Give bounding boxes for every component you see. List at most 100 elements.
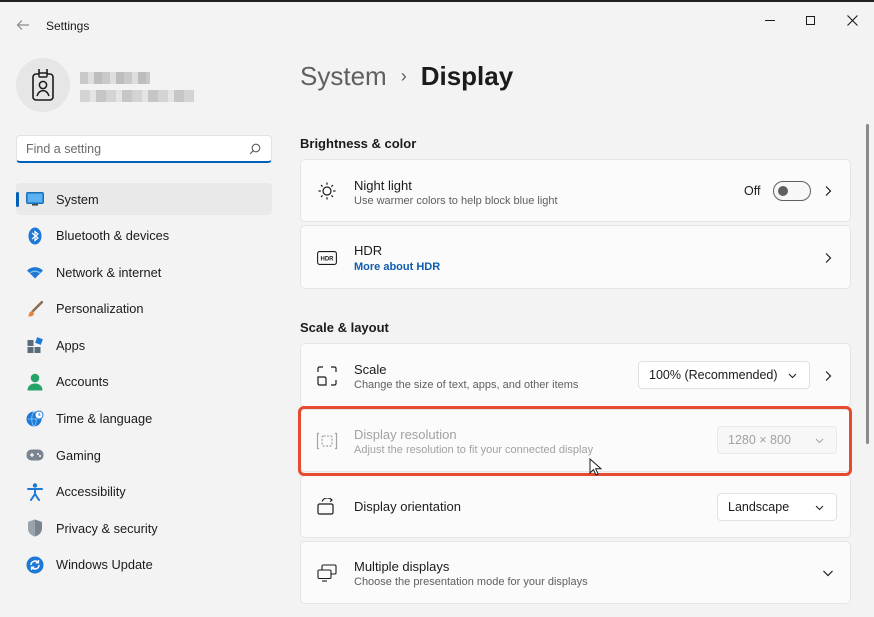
app-title: Settings xyxy=(46,19,90,33)
hdr-card[interactable]: HDR HDR More about HDR xyxy=(300,225,851,289)
scale-title: Scale xyxy=(354,362,387,377)
globe-clock-icon xyxy=(26,410,44,428)
sidebar-item-label: Time & language xyxy=(56,411,153,427)
sidebar-item-label: Bluetooth & devices xyxy=(56,228,170,244)
chevron-down-icon xyxy=(788,373,797,379)
update-icon xyxy=(26,556,44,574)
sidebar-item-accessibility[interactable]: Accessibility xyxy=(16,476,272,508)
multiple-displays-card[interactable]: Multiple displays Choose the presentatio… xyxy=(300,541,851,604)
night-light-title: Night light xyxy=(354,178,412,193)
back-button[interactable] xyxy=(12,14,34,36)
sidebar-item-label: Network & internet xyxy=(56,264,162,280)
more-about-hdr-link[interactable]: More about HDR xyxy=(354,261,440,273)
breadcrumb: System › Display xyxy=(300,58,513,94)
search-icon[interactable] xyxy=(249,143,261,155)
avatar[interactable] xyxy=(16,58,70,112)
chevron-right-icon[interactable] xyxy=(822,185,834,197)
id-badge-icon xyxy=(32,69,54,101)
sidebar-item-bluetooth-devices[interactable]: Bluetooth & devices xyxy=(16,220,272,252)
sidebar-item-label: Accounts xyxy=(56,374,109,390)
display-orientation-card[interactable]: Display orientation Landscape xyxy=(300,475,851,538)
sidebar-item-label: Personalization xyxy=(56,301,144,317)
sidebar-item-label: Accessibility xyxy=(56,484,126,500)
vertical-scrollbar[interactable] xyxy=(866,124,869,444)
gamepad-icon xyxy=(26,446,44,464)
sidebar-item-privacy-security[interactable]: Privacy & security xyxy=(16,512,272,544)
display-resolution-dropdown: 1280 × 800 xyxy=(717,426,837,454)
breadcrumb-separator: › xyxy=(400,65,407,86)
sidebar-item-label: Gaming xyxy=(56,447,101,463)
arrow-left-icon xyxy=(16,20,29,30)
display-orientation-dropdown[interactable]: Landscape xyxy=(717,493,837,521)
sidebar-item-accounts[interactable]: Accounts xyxy=(16,366,272,398)
chevron-right-icon[interactable] xyxy=(822,370,834,382)
section-title-scale-layout: Scale & layout xyxy=(300,320,389,335)
sidebar-nav: System Bluetooth & devices Network & int… xyxy=(16,183,272,586)
brush-icon xyxy=(26,300,44,318)
breadcrumb-parent[interactable]: System xyxy=(300,61,387,92)
maximize-button[interactable] xyxy=(790,8,830,32)
bluetooth-icon xyxy=(26,227,44,245)
close-button[interactable] xyxy=(832,8,872,32)
orientation-icon xyxy=(316,496,338,518)
multiple-displays-title: Multiple displays xyxy=(354,559,450,574)
sidebar-item-label: Windows Update xyxy=(56,557,153,573)
accessibility-icon xyxy=(26,483,44,501)
night-light-toggle[interactable] xyxy=(773,181,811,201)
scale-dropdown[interactable]: 100% (Recommended) xyxy=(638,361,810,389)
display-orientation-value: Landscape xyxy=(728,500,790,514)
chevron-down-icon[interactable] xyxy=(822,567,834,579)
section-title-brightness-color: Brightness & color xyxy=(300,136,417,151)
multiple-displays-icon xyxy=(316,562,338,584)
display-orientation-title: Display orientation xyxy=(354,499,461,514)
sidebar-item-system[interactable]: System xyxy=(16,183,272,215)
search-box[interactable] xyxy=(16,135,272,163)
resolution-icon xyxy=(316,430,338,452)
hdr-title: HDR xyxy=(354,243,383,258)
svg-text:HDR: HDR xyxy=(321,257,335,263)
title-bar: Settings xyxy=(0,2,874,48)
night-light-subtitle: Use warmer colors to help block blue lig… xyxy=(354,195,558,207)
hdr-icon: HDR xyxy=(316,247,338,269)
main-content: System › Display Brightness & color Nigh… xyxy=(300,48,874,617)
sidebar-item-time-language[interactable]: Time & language xyxy=(16,403,272,435)
sidebar-item-apps[interactable]: Apps xyxy=(16,329,272,361)
monitor-icon xyxy=(26,190,44,208)
sidebar-item-label: Privacy & security xyxy=(56,520,158,536)
page-title: Display xyxy=(420,60,514,91)
scale-icon xyxy=(316,365,338,387)
brightness-icon xyxy=(316,180,338,202)
night-light-toggle-label: Off xyxy=(744,184,761,198)
display-resolution-value: 1280 × 800 xyxy=(728,433,791,447)
minimize-icon xyxy=(765,19,775,21)
sidebar-item-network-internet[interactable]: Network & internet xyxy=(16,256,272,288)
night-light-card[interactable]: Night light Use warmer colors to help bl… xyxy=(300,159,851,222)
close-icon xyxy=(846,14,858,26)
chevron-down-icon xyxy=(815,438,824,444)
chevron-right-icon[interactable] xyxy=(822,252,834,264)
scale-card[interactable]: Scale Change the size of text, apps, and… xyxy=(300,343,851,407)
scale-subtitle: Change the size of text, apps, and other… xyxy=(354,379,579,391)
sidebar-item-gaming[interactable]: Gaming xyxy=(16,439,272,471)
multiple-displays-subtitle: Choose the presentation mode for your di… xyxy=(354,576,588,588)
toggle-knob xyxy=(778,186,788,196)
shield-icon xyxy=(26,519,44,537)
user-name-redacted xyxy=(80,72,150,84)
wifi-icon xyxy=(26,263,44,281)
minimize-button[interactable] xyxy=(750,8,790,32)
sidebar-item-personalization[interactable]: Personalization xyxy=(16,293,272,325)
user-profile[interactable] xyxy=(16,58,276,114)
mouse-cursor-icon xyxy=(589,458,603,476)
chevron-down-icon xyxy=(815,505,824,511)
user-email-redacted xyxy=(80,90,194,102)
apps-icon xyxy=(26,336,44,354)
sidebar-item-windows-update[interactable]: Windows Update xyxy=(16,549,272,581)
sidebar-item-label: System xyxy=(56,191,99,207)
display-resolution-card: Display resolution Adjust the resolution… xyxy=(300,409,851,472)
display-resolution-subtitle: Adjust the resolution to fit your connec… xyxy=(354,444,594,456)
sidebar-item-label: Apps xyxy=(56,337,86,353)
display-resolution-title: Display resolution xyxy=(354,427,457,442)
search-input[interactable] xyxy=(26,136,246,162)
maximize-icon xyxy=(805,15,815,25)
settings-window: Settings System xyxy=(0,0,874,617)
